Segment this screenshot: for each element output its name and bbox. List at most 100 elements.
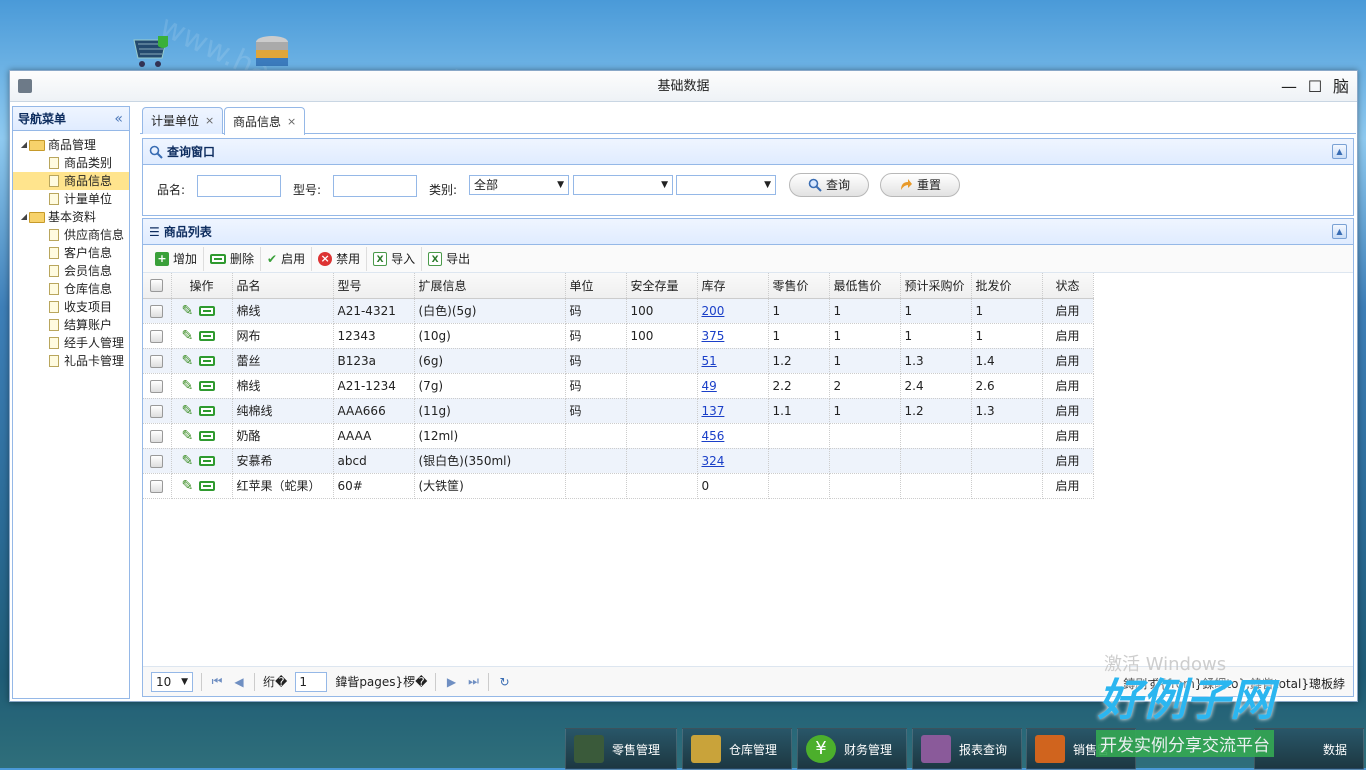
tree-item-giftcard[interactable]: 礼品卡管理 [13,352,129,370]
model-input[interactable] [333,175,417,197]
stock-link[interactable]: 49 [702,379,717,393]
tree-item-account[interactable]: 结算账户 [13,316,129,334]
close-tab-icon[interactable]: × [205,108,214,134]
table-row[interactable]: ✎ 奶酪 AAAA (12ml) 456 启用 [143,423,1094,449]
row-checkbox[interactable] [150,454,164,468]
tree-item-supplier[interactable]: 供应商信息 [13,226,129,244]
expand-arrow-icon[interactable]: ◢ [19,208,29,226]
column-header[interactable]: 库存 [697,273,769,299]
table-row[interactable]: ✎ 蕾丝 B123a (6g) 码 51 1.2 1 1.3 1.4 启用 [143,348,1094,374]
database-desktop-icon[interactable] [252,34,296,74]
tree-item-income[interactable]: 收支项目 [13,298,129,316]
column-header[interactable]: 单位 [565,273,627,299]
stock-link[interactable]: 375 [702,329,725,343]
column-header[interactable]: 扩展信息 [414,273,566,299]
edit-pencil-icon[interactable]: ✎ [182,303,194,319]
add-button[interactable]: + 增加 [149,246,205,271]
toggle-status-icon[interactable] [199,456,216,466]
maximize-button[interactable]: ☐ [1305,71,1325,102]
column-header[interactable]: 预计采购价 [900,273,972,299]
tree-item-warehouse[interactable]: 仓库信息 [13,280,129,298]
tree-group-basic[interactable]: ◢ 基本资料 [13,208,129,226]
edit-pencil-icon[interactable]: ✎ [182,378,194,394]
disable-button[interactable]: × 禁用 [312,246,368,271]
tree-item-customer[interactable]: 客户信息 [13,244,129,262]
collapse-icon[interactable]: « [114,107,123,131]
stock-link[interactable]: 456 [702,429,725,443]
tree-item-goods-info[interactable]: 商品信息 [13,172,129,190]
column-header[interactable]: 型号 [333,273,415,299]
table-row[interactable]: ✎ 棉线 A21-1234 (7g) 码 49 2.2 2 2.4 2.6 启用 [143,373,1094,399]
row-checkbox[interactable] [150,479,164,493]
column-header[interactable]: 最低售价 [829,273,901,299]
collapse-panel-icon[interactable]: ▲ [1332,224,1347,239]
table-row[interactable]: ✎ 纯棉线 AAA666 (11g) 码 137 1.1 1 1.2 1.3 启用 [143,398,1094,424]
page-size-select[interactable]: 10 ▼ [151,671,193,692]
minimize-button[interactable]: — [1279,71,1299,102]
search-button[interactable]: 查询 [789,173,869,197]
toggle-status-icon[interactable] [199,356,216,366]
close-button[interactable]: 脑 [1331,71,1351,102]
toggle-status-icon[interactable] [199,431,216,441]
import-button[interactable]: X 导入 [367,246,423,271]
column-header[interactable]: 状态 [1042,273,1094,299]
task-retail[interactable]: 零售管理 [565,728,677,770]
first-page-icon[interactable]: ⏮ [210,674,224,689]
task-warehouse[interactable]: 仓库管理 [682,728,792,770]
edit-pencil-icon[interactable]: ✎ [182,328,194,344]
prev-page-icon[interactable]: ◀ [232,675,246,689]
row-checkbox[interactable] [150,379,164,393]
edit-pencil-icon[interactable]: ✎ [182,403,194,419]
column-header[interactable]: 批发价 [971,273,1043,299]
task-finance[interactable]: ¥ 财务管理 [797,728,907,770]
toggle-status-icon[interactable] [199,331,216,341]
row-checkbox[interactable] [150,354,164,368]
tree-item-unit[interactable]: 计量单位 [13,190,129,208]
row-checkbox[interactable] [150,429,164,443]
tree-item-handler[interactable]: 经手人管理 [13,334,129,352]
next-page-icon[interactable]: ▶ [444,675,458,689]
reset-button[interactable]: 重置 [880,173,960,197]
tree-group-goods[interactable]: ◢ 商品管理 [13,136,129,154]
edit-pencil-icon[interactable]: ✎ [182,453,194,469]
expand-arrow-icon[interactable]: ◢ [19,136,29,154]
cart-desktop-icon[interactable] [130,34,174,74]
edit-pencil-icon[interactable]: ✎ [182,478,194,494]
row-checkbox[interactable] [150,304,164,318]
table-row[interactable]: ✎ 红苹果（蛇果） 60# (大铁筐) 0 启用 [143,473,1094,499]
close-tab-icon[interactable]: × [287,109,296,135]
row-checkbox[interactable] [150,329,164,343]
toggle-status-icon[interactable] [199,381,216,391]
table-row[interactable]: ✎ 安慕希 abcd (银白色)(350ml) 324 启用 [143,448,1094,474]
table-row[interactable]: ✎ 棉线 A21-4321 (白色)(5g) 码 100 200 1 1 1 1 启用 [143,298,1094,324]
task-report[interactable]: 报表查询 [912,728,1022,770]
refresh-icon[interactable]: ↻ [497,675,511,689]
stock-link[interactable]: 324 [702,454,725,468]
name-input[interactable] [197,175,281,197]
tree-item-category[interactable]: 商品类别 [13,154,129,172]
edit-pencil-icon[interactable]: ✎ [182,353,194,369]
page-number-input[interactable]: 1 [295,671,328,692]
stock-link[interactable]: 200 [702,304,725,318]
tab-unit[interactable]: 计量单位 × [142,107,224,134]
column-header[interactable]: 品名 [232,273,334,299]
table-row[interactable]: ✎ 网布 12343 (10g) 码 100 375 1 1 1 1 启用 [143,323,1094,349]
toggle-status-icon[interactable] [199,306,216,316]
subcategory-select-2[interactable]: ▼ [676,175,776,195]
subcategory-select-1[interactable]: ▼ [573,175,673,195]
toggle-status-icon[interactable] [199,406,216,416]
edit-pencil-icon[interactable]: ✎ [182,428,194,444]
stock-link[interactable]: 137 [702,404,725,418]
export-button[interactable]: X 导出 [422,247,476,271]
column-header[interactable]: 安全存量 [626,273,698,299]
row-checkbox[interactable] [150,404,164,418]
select-all-checkbox[interactable] [150,279,164,293]
category-select[interactable]: 全部 ▼ [469,175,569,195]
collapse-panel-icon[interactable]: ▲ [1332,144,1347,159]
column-header[interactable]: 零售价 [768,273,830,299]
delete-button[interactable]: 删除 [204,246,262,271]
last-page-icon[interactable]: ⏭ [466,674,480,689]
tree-item-member[interactable]: 会员信息 [13,262,129,280]
stock-link[interactable]: 51 [702,354,717,368]
enable-button[interactable]: ✔ 启用 [261,246,313,271]
